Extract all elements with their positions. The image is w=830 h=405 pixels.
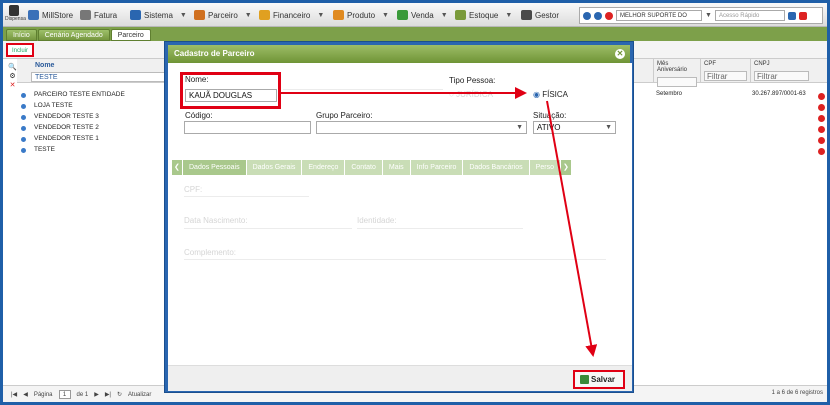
annotation-arrows <box>279 87 598 357</box>
app-window: Dispensa MillStore Fatura Sistema ▼ Parce… <box>3 3 827 402</box>
arrow-to-salvar <box>546 100 598 357</box>
